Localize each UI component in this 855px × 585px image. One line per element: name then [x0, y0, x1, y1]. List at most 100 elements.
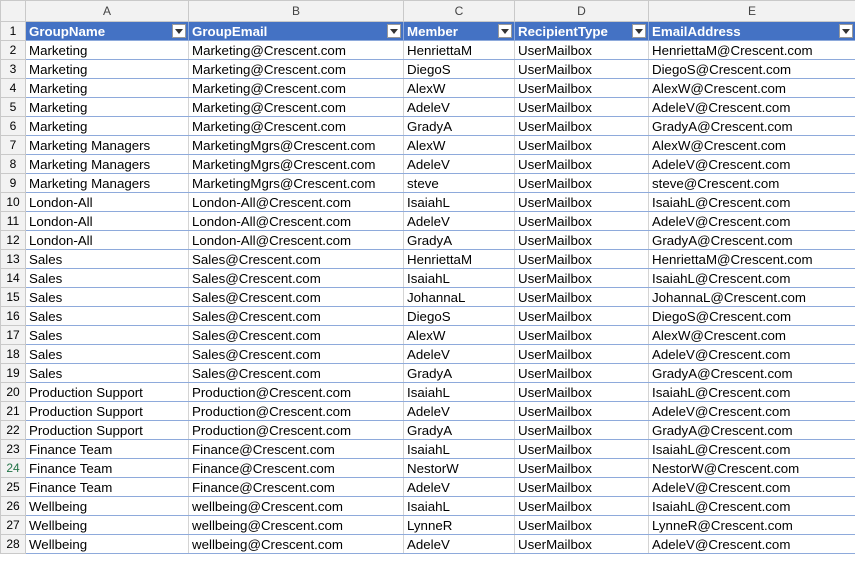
cell-groupemail[interactable]: MarketingMgrs@Crescent.com: [188, 154, 404, 174]
cell-recipienttype[interactable]: UserMailbox: [514, 78, 649, 98]
column-header-d[interactable]: D: [514, 0, 649, 22]
cell-groupname[interactable]: London-All: [25, 211, 189, 231]
column-header-b[interactable]: B: [188, 0, 404, 22]
row-header[interactable]: 7: [0, 135, 26, 155]
cell-recipienttype[interactable]: UserMailbox: [514, 59, 649, 79]
cell-groupname[interactable]: Sales: [25, 344, 189, 364]
cell-emailaddress[interactable]: NestorW@Crescent.com: [648, 458, 855, 478]
cell-recipienttype[interactable]: UserMailbox: [514, 420, 649, 440]
cell-member[interactable]: HenriettaM: [403, 40, 515, 60]
cell-groupemail[interactable]: Marketing@Crescent.com: [188, 59, 404, 79]
row-header[interactable]: 13: [0, 249, 26, 269]
header-cell-emailaddress[interactable]: EmailAddress: [648, 21, 855, 41]
cell-groupemail[interactable]: Marketing@Crescent.com: [188, 78, 404, 98]
cell-member[interactable]: IsaiahL: [403, 192, 515, 212]
row-header[interactable]: 16: [0, 306, 26, 326]
cell-groupemail[interactable]: Finance@Crescent.com: [188, 439, 404, 459]
cell-emailaddress[interactable]: AdeleV@Crescent.com: [648, 344, 855, 364]
cell-member[interactable]: AdeleV: [403, 401, 515, 421]
cell-groupemail[interactable]: wellbeing@Crescent.com: [188, 515, 404, 535]
row-header[interactable]: 24: [0, 458, 26, 478]
cell-recipienttype[interactable]: UserMailbox: [514, 306, 649, 326]
cell-groupname[interactable]: Marketing: [25, 59, 189, 79]
cell-groupname[interactable]: Sales: [25, 363, 189, 383]
cell-emailaddress[interactable]: AdeleV@Crescent.com: [648, 401, 855, 421]
cell-emailaddress[interactable]: AdeleV@Crescent.com: [648, 211, 855, 231]
cell-emailaddress[interactable]: JohannaL@Crescent.com: [648, 287, 855, 307]
cell-emailaddress[interactable]: DiegoS@Crescent.com: [648, 306, 855, 326]
row-header[interactable]: 12: [0, 230, 26, 250]
cell-member[interactable]: JohannaL: [403, 287, 515, 307]
cell-member[interactable]: IsaiahL: [403, 496, 515, 516]
cell-member[interactable]: GradyA: [403, 230, 515, 250]
cell-member[interactable]: DiegoS: [403, 59, 515, 79]
cell-groupname[interactable]: London-All: [25, 192, 189, 212]
filter-dropdown-button[interactable]: [839, 24, 853, 38]
cell-emailaddress[interactable]: GradyA@Crescent.com: [648, 116, 855, 136]
cell-emailaddress[interactable]: AlexW@Crescent.com: [648, 135, 855, 155]
cell-member[interactable]: steve: [403, 173, 515, 193]
filter-dropdown-button[interactable]: [632, 24, 646, 38]
cell-groupemail[interactable]: MarketingMgrs@Crescent.com: [188, 135, 404, 155]
column-header-c[interactable]: C: [403, 0, 515, 22]
cell-groupemail[interactable]: Production@Crescent.com: [188, 401, 404, 421]
cell-emailaddress[interactable]: AlexW@Crescent.com: [648, 78, 855, 98]
select-all-corner[interactable]: [0, 0, 26, 22]
cell-emailaddress[interactable]: AlexW@Crescent.com: [648, 325, 855, 345]
cell-recipienttype[interactable]: UserMailbox: [514, 496, 649, 516]
cell-emailaddress[interactable]: LynneR@Crescent.com: [648, 515, 855, 535]
cell-member[interactable]: AdeleV: [403, 534, 515, 554]
cell-emailaddress[interactable]: GradyA@Crescent.com: [648, 420, 855, 440]
cell-groupemail[interactable]: Sales@Crescent.com: [188, 306, 404, 326]
cell-emailaddress[interactable]: GradyA@Crescent.com: [648, 230, 855, 250]
cell-groupemail[interactable]: Production@Crescent.com: [188, 382, 404, 402]
row-header[interactable]: 10: [0, 192, 26, 212]
row-header[interactable]: 2: [0, 40, 26, 60]
cell-groupname[interactable]: Production Support: [25, 382, 189, 402]
cell-emailaddress[interactable]: AdeleV@Crescent.com: [648, 97, 855, 117]
header-cell-groupemail[interactable]: GroupEmail: [188, 21, 404, 41]
row-header[interactable]: 17: [0, 325, 26, 345]
cell-member[interactable]: LynneR: [403, 515, 515, 535]
cell-member[interactable]: AlexW: [403, 325, 515, 345]
row-header[interactable]: 22: [0, 420, 26, 440]
row-header[interactable]: 19: [0, 363, 26, 383]
cell-member[interactable]: IsaiahL: [403, 439, 515, 459]
cell-groupname[interactable]: Sales: [25, 325, 189, 345]
cell-recipienttype[interactable]: UserMailbox: [514, 382, 649, 402]
cell-groupemail[interactable]: Production@Crescent.com: [188, 420, 404, 440]
cell-groupemail[interactable]: London-All@Crescent.com: [188, 230, 404, 250]
cell-groupemail[interactable]: Marketing@Crescent.com: [188, 97, 404, 117]
cell-emailaddress[interactable]: HenriettaM@Crescent.com: [648, 40, 855, 60]
cell-member[interactable]: AlexW: [403, 78, 515, 98]
cell-groupname[interactable]: Marketing: [25, 78, 189, 98]
cell-groupemail[interactable]: London-All@Crescent.com: [188, 192, 404, 212]
row-header[interactable]: 3: [0, 59, 26, 79]
cell-groupname[interactable]: Marketing: [25, 97, 189, 117]
cell-groupname[interactable]: Marketing Managers: [25, 135, 189, 155]
row-header[interactable]: 11: [0, 211, 26, 231]
cell-emailaddress[interactable]: AdeleV@Crescent.com: [648, 154, 855, 174]
cell-groupname[interactable]: London-All: [25, 230, 189, 250]
cell-recipienttype[interactable]: UserMailbox: [514, 344, 649, 364]
cell-recipienttype[interactable]: UserMailbox: [514, 97, 649, 117]
cell-groupemail[interactable]: MarketingMgrs@Crescent.com: [188, 173, 404, 193]
header-cell-recipienttype[interactable]: RecipientType: [514, 21, 649, 41]
cell-groupname[interactable]: Sales: [25, 287, 189, 307]
cell-groupname[interactable]: Sales: [25, 306, 189, 326]
cell-groupname[interactable]: Sales: [25, 268, 189, 288]
row-header[interactable]: 21: [0, 401, 26, 421]
filter-dropdown-button[interactable]: [172, 24, 186, 38]
cell-groupemail[interactable]: Marketing@Crescent.com: [188, 116, 404, 136]
cell-emailaddress[interactable]: DiegoS@Crescent.com: [648, 59, 855, 79]
cell-member[interactable]: AdeleV: [403, 477, 515, 497]
cell-groupemail[interactable]: Sales@Crescent.com: [188, 287, 404, 307]
cell-emailaddress[interactable]: GradyA@Crescent.com: [648, 363, 855, 383]
cell-emailaddress[interactable]: IsaiahL@Crescent.com: [648, 496, 855, 516]
cell-groupemail[interactable]: Sales@Crescent.com: [188, 363, 404, 383]
cell-groupname[interactable]: Production Support: [25, 420, 189, 440]
header-cell-member[interactable]: Member: [403, 21, 515, 41]
cell-member[interactable]: IsaiahL: [403, 382, 515, 402]
cell-member[interactable]: NestorW: [403, 458, 515, 478]
cell-recipienttype[interactable]: UserMailbox: [514, 401, 649, 421]
